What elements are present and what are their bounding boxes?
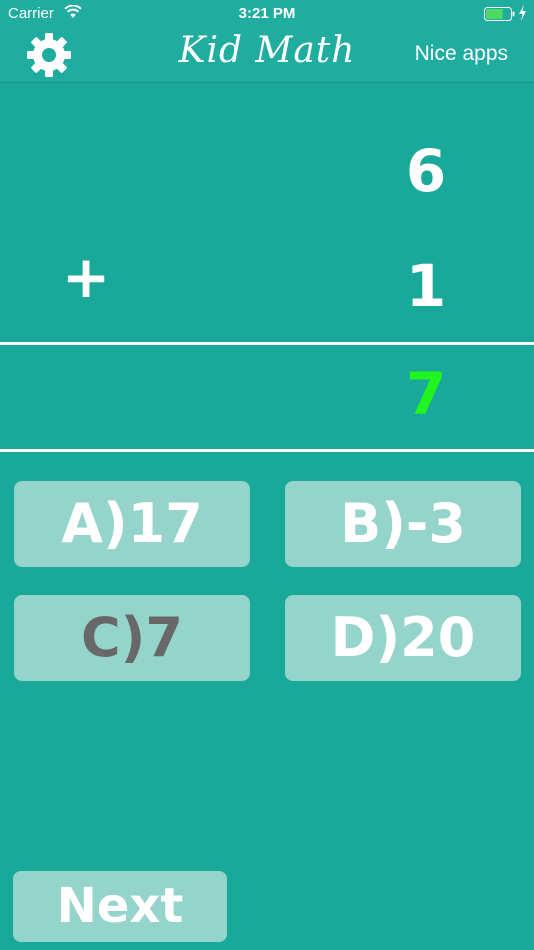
charging-icon <box>518 5 527 25</box>
status-time: 3:21 PM <box>238 5 296 22</box>
choice-a-button[interactable]: A)17 <box>14 481 250 567</box>
bottom-operand: 1 <box>405 252 447 320</box>
choice-d-button[interactable]: D)20 <box>285 595 521 681</box>
answer-value: 7 <box>405 360 447 428</box>
battery-icon <box>484 7 516 25</box>
top-operand: 6 <box>405 137 447 205</box>
answer-divider-line <box>0 449 534 452</box>
choice-b-button[interactable]: B)-3 <box>285 481 521 567</box>
nav-bar: Kid Math Nice apps <box>0 28 534 83</box>
operator-sign: + <box>61 243 111 311</box>
sum-divider-line <box>0 342 534 345</box>
status-bar: Carrier 3:21 PM <box>0 0 534 28</box>
next-button[interactable]: Next <box>13 871 227 942</box>
nice-apps-link[interactable]: Nice apps <box>415 42 508 66</box>
choice-c-button[interactable]: C)7 <box>14 595 250 681</box>
